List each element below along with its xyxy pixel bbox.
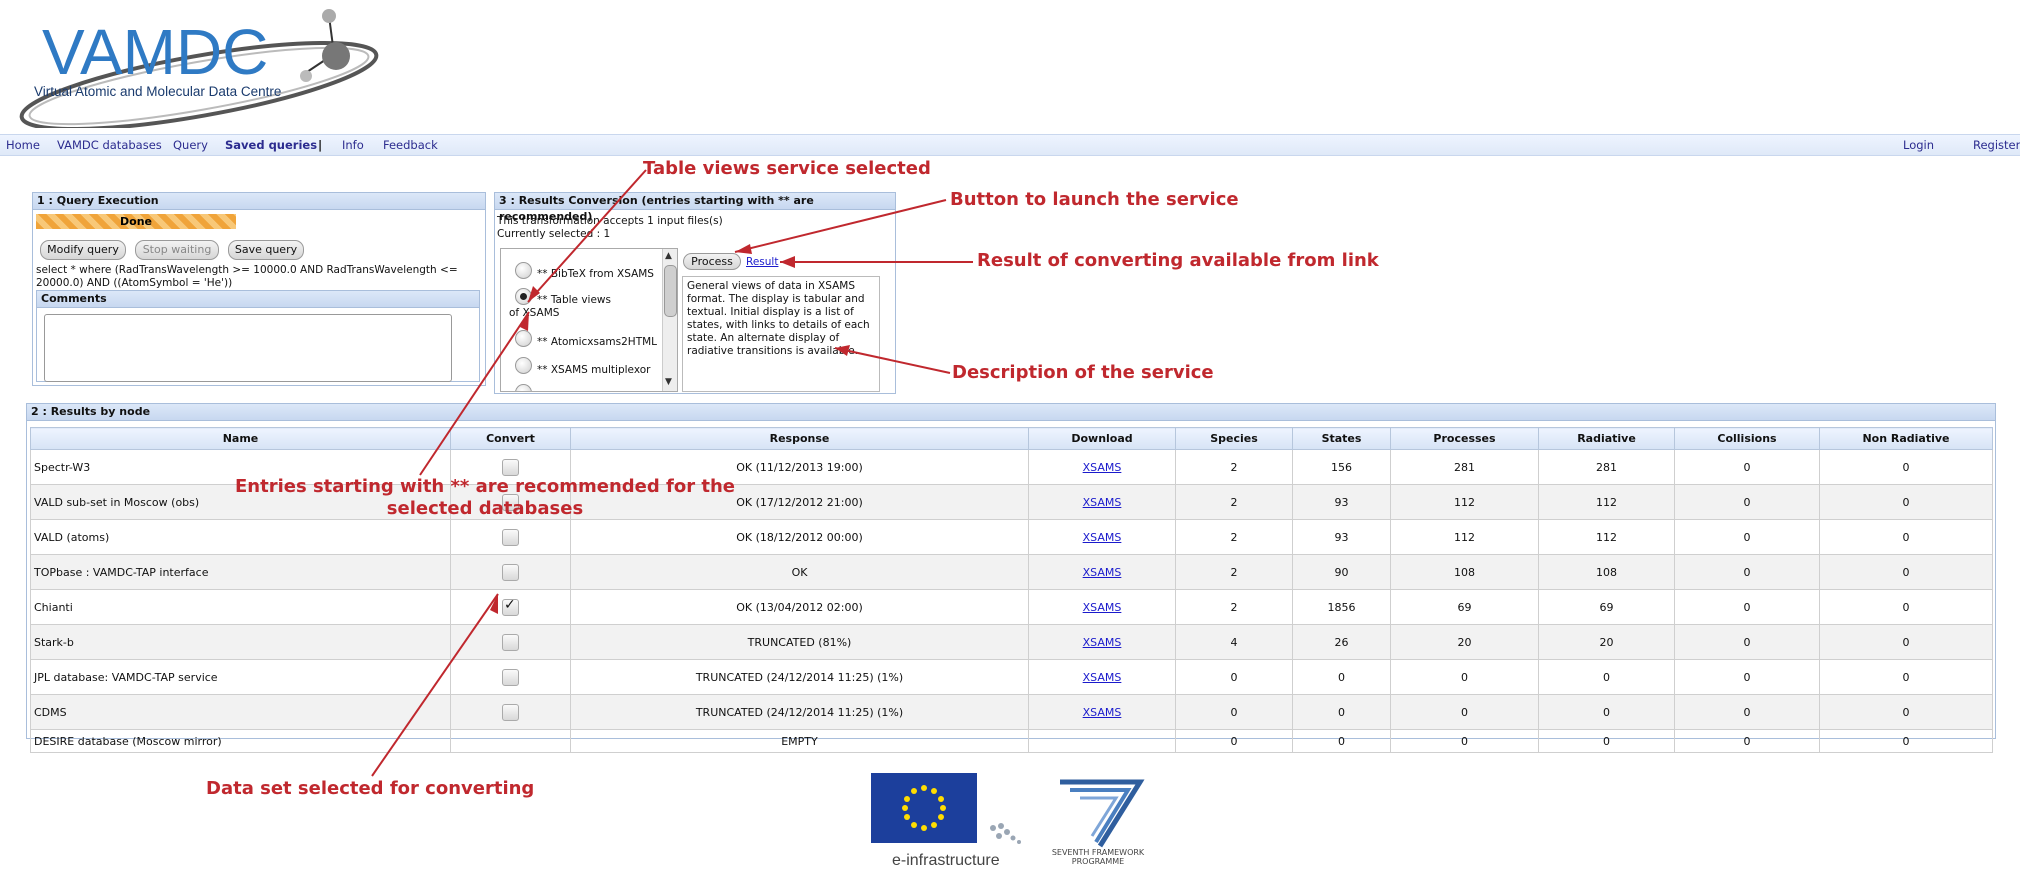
- annotation-description: Description of the service: [952, 362, 1214, 383]
- annotation-launch: Button to launch the service: [950, 189, 1239, 210]
- arrow-launch: [734, 199, 947, 253]
- arrow-table-views: [527, 169, 647, 303]
- arrow-dataset: [371, 593, 499, 777]
- annotation-dataset: Data set selected for converting: [206, 778, 535, 799]
- arrow-recommended: [419, 311, 530, 476]
- annotation-result-link: Result of converting available from link: [977, 250, 1379, 271]
- annotation-table-views: Table views service selected: [643, 158, 931, 179]
- annotation-arrows: [371, 169, 973, 777]
- annotation-recommended: Entries starting with ** are recommended…: [235, 476, 735, 519]
- arrow-description: [834, 347, 951, 374]
